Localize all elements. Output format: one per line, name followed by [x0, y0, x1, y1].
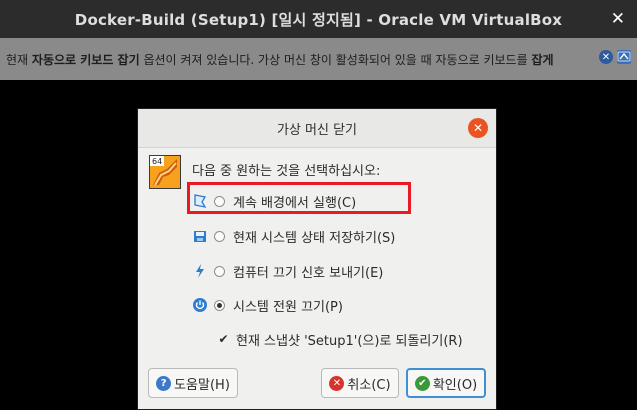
shutdown-signal-icon: [192, 263, 208, 279]
restore-snapshot-checkbox[interactable]: ✔: [217, 332, 230, 346]
dialog-prompt: 다음 중 원하는 것을 선택하십시오:: [192, 164, 381, 179]
notice-info-icon[interactable]: [617, 50, 631, 64]
dialog-title: 가상 머신 닫기: [276, 122, 358, 138]
help-icon: ?: [156, 375, 172, 391]
option-label: 시스템 전원 끄기(P): [233, 299, 343, 315]
radio-send-shutdown-signal[interactable]: [214, 265, 225, 277]
restore-snapshot-option[interactable]: ✔ 현재 스냅샷 'Setup1'(으)로 되돌리기(R): [217, 329, 463, 349]
power-off-icon: [192, 297, 208, 313]
option-label: 현재 시스템 상태 저장하기(S): [233, 230, 396, 246]
logo-badge: 64: [152, 157, 162, 166]
restore-snapshot-label: 현재 스냅샷 'Setup1'(으)로 되돌리기(R): [236, 333, 463, 349]
dialog-close-button[interactable]: ✕: [468, 118, 488, 138]
radio-save-state[interactable]: [214, 230, 225, 242]
dialog-header: 가상 머신 닫기 ✕: [138, 109, 496, 148]
cancel-button-label: 취소(C): [347, 377, 391, 393]
help-button[interactable]: ? 도움말(H): [148, 368, 238, 398]
option-power-off[interactable]: 시스템 전원 끄기(P): [192, 295, 343, 315]
option-save-state[interactable]: 현재 시스템 상태 저장하기(S): [192, 226, 395, 246]
option-label: 컴퓨터 끄기 신호 보내기(E): [233, 265, 384, 281]
window-close-button[interactable]: ✕: [599, 0, 637, 38]
close-icon: ✕: [472, 121, 484, 135]
highlight-box: [187, 182, 411, 214]
ok-button-label: 확인(O): [432, 377, 478, 393]
close-icon: ✕: [610, 9, 626, 29]
keyboard-capture-notice: 현재 자동으로 키보드 잡기 옵션이 켜져 있습니다. 가상 머신 창이 활성화…: [0, 38, 637, 80]
close-vm-dialog: 가상 머신 닫기 ✕ 64 다음 중 원하는 것을 선택하십시오: 계속 배경에…: [137, 108, 497, 410]
window-titlebar: Docker-Build (Setup1) [일시 정지됨] - Oracle …: [0, 0, 637, 38]
option-send-shutdown-signal[interactable]: 컴퓨터 끄기 신호 보내기(E): [192, 261, 383, 281]
ok-check-icon: ✔: [414, 375, 430, 391]
vm-os-logo-icon: 64: [149, 155, 181, 189]
notice-close-icon[interactable]: ✕: [599, 50, 613, 64]
radio-power-off[interactable]: [214, 299, 225, 311]
notice-text: 현재 자동으로 키보드 잡기 옵션이 켜져 있습니다. 가상 머신 창이 활성화…: [6, 52, 554, 67]
cancel-button[interactable]: ✕ 취소(C): [321, 368, 399, 398]
ok-button[interactable]: ✔ 확인(O): [406, 368, 486, 398]
window-title: Docker-Build (Setup1) [일시 정지됨] - Oracle …: [74, 10, 563, 29]
save-state-icon: [192, 228, 208, 244]
cancel-icon: ✕: [329, 375, 345, 391]
help-button-label: 도움말(H): [174, 377, 230, 393]
